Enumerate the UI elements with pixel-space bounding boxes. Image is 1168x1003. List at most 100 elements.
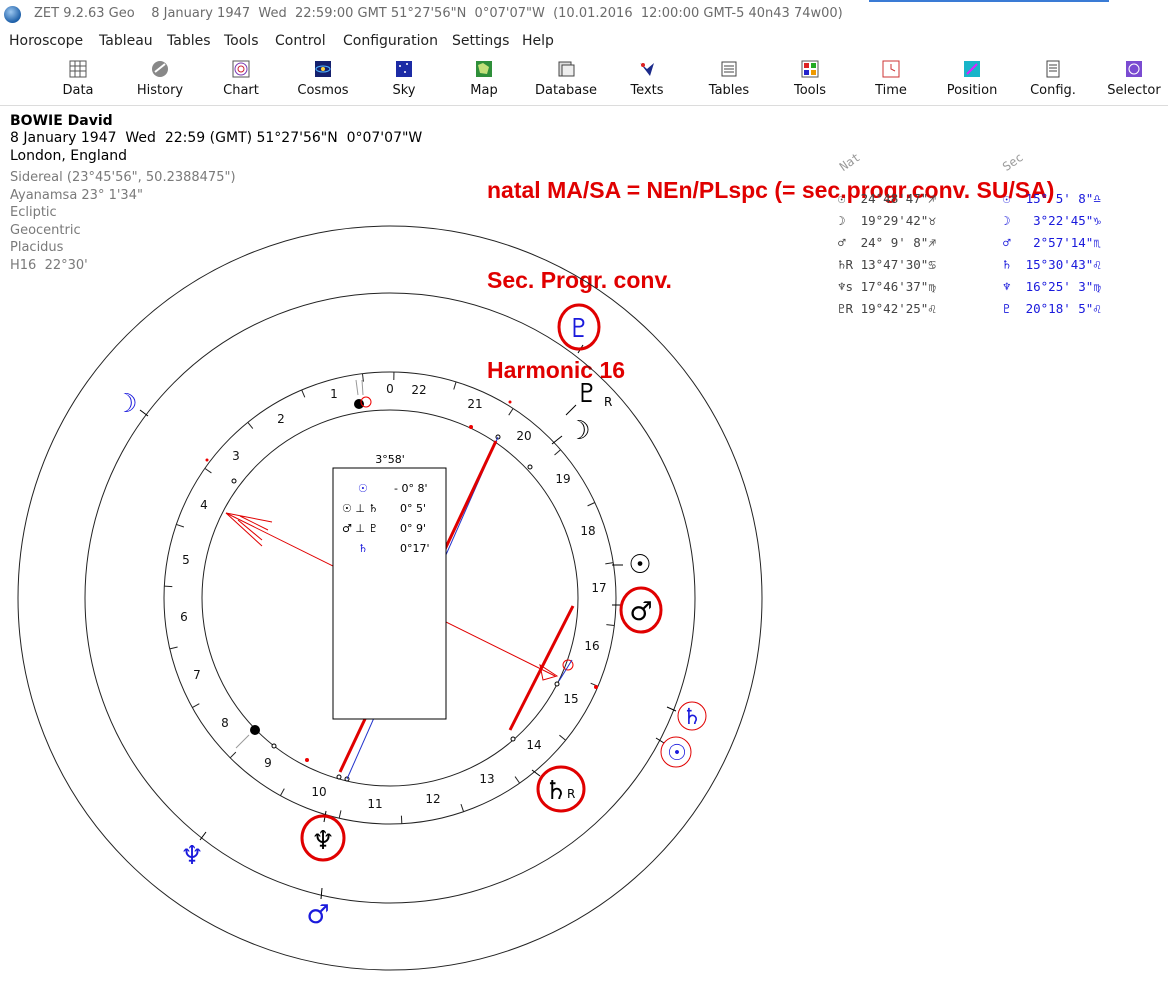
menu-settings[interactable]: Settings [452, 33, 509, 49]
marker-dot [271, 743, 277, 749]
degree-tick [301, 389, 306, 398]
marker-black-dot-2 [250, 725, 260, 735]
degree-tick [453, 381, 457, 390]
toolbar-config-button[interactable]: Config. [1018, 55, 1088, 103]
ring-number-4: 4 [200, 498, 208, 512]
cosmos-icon [315, 61, 331, 77]
degree-tick [361, 373, 364, 382]
marker-dot [231, 478, 237, 484]
marker-dot [527, 464, 533, 470]
aspect-line-blue-short [558, 659, 573, 682]
degree-tick [460, 803, 465, 812]
box-row-2-value: 0° 5' [400, 502, 426, 515]
sec-mars-glyph: ♂ [306, 900, 329, 930]
moon-tick [551, 435, 563, 445]
title-bar: ZET 9.2.63 Geo 8 January 1947 Wed 22:59:… [0, 0, 1168, 30]
menu-tables[interactable]: Tables [167, 33, 211, 49]
toolbar-cosmos-button[interactable]: Cosmos [288, 55, 358, 103]
menu-help[interactable]: Help [522, 33, 554, 49]
toolbar-time-button[interactable]: Time [856, 55, 926, 103]
map-icon [476, 61, 492, 77]
degree-tick [176, 523, 185, 528]
box-row-2-symbol: ☉ ⊥ ♄ [342, 502, 378, 515]
toolbar-database-button[interactable]: Database [531, 55, 601, 103]
menu-tools[interactable]: Tools [224, 33, 259, 49]
ring-number-22: 22 [411, 383, 426, 397]
degree-tick [279, 788, 285, 796]
tools-icon [801, 60, 819, 78]
degree-tick [169, 646, 178, 650]
ring-number-3: 3 [232, 449, 240, 463]
ring-number-21: 21 [467, 397, 482, 411]
position-icon [964, 61, 980, 77]
ring-number-14: 14 [526, 738, 541, 752]
time-icon [882, 60, 900, 78]
tables-icon [721, 61, 737, 77]
degree-tick [554, 449, 561, 456]
harmonic-chart-wheel[interactable]: 0 1 2 3 4 5 6 7 8 9 10 11 12 13 14 15 16… [0, 105, 1168, 1003]
natal-mars-glyph: ♂ [629, 597, 652, 627]
ring-number-2: 2 [277, 412, 285, 426]
database-icon [558, 61, 575, 77]
ring-number-9: 9 [264, 756, 272, 770]
natal-pluto-retro: R [604, 395, 612, 409]
menu-tableau[interactable]: Tableau [99, 33, 153, 49]
menu-control[interactable]: Control [275, 33, 326, 49]
app-icon [4, 6, 21, 23]
data-grid-icon [69, 60, 87, 78]
toolbar-position-button[interactable]: Position [937, 55, 1007, 103]
degree-tick [605, 562, 614, 565]
sky-icon [396, 61, 412, 77]
box-row-1-value: - 0° 8' [394, 482, 427, 495]
degree-tick [606, 624, 615, 627]
red-marker [205, 458, 209, 462]
selector-icon [1126, 61, 1142, 77]
toolbar-sky-button[interactable]: Sky [369, 55, 439, 103]
degree-tick [204, 467, 212, 474]
marker-black-dot-1 [354, 399, 364, 409]
title-accent-line [869, 0, 1109, 2]
degree-tick [338, 810, 342, 819]
menu-bar: Horoscope Tableau Tables Tools Control C… [0, 30, 1168, 52]
box-row-3-symbol: ♂ ⊥ ♇ [342, 522, 378, 535]
marker-dot [554, 681, 560, 687]
toolbar-history-button[interactable]: History [125, 55, 195, 103]
toolbar-selector-button[interactable]: Selector [1099, 55, 1168, 103]
toolbar-texts-button[interactable]: Texts [612, 55, 682, 103]
texts-icon [640, 63, 654, 76]
sec-moon-glyph: ☽ [114, 389, 137, 419]
toolbar-tools-button[interactable]: Tools [775, 55, 845, 103]
ring-number-20: 20 [516, 429, 531, 443]
menu-configuration[interactable]: Configuration [343, 33, 438, 49]
red-marker [469, 425, 473, 429]
toolbar-tables-button[interactable]: Tables [694, 55, 764, 103]
toolbar-data-button[interactable]: Data [43, 55, 113, 103]
ring-number-15: 15 [563, 692, 578, 706]
sec-mars-tick [320, 887, 323, 900]
box-orb-title: 3°58' [375, 453, 405, 466]
sec-moon-tick [139, 409, 149, 417]
natal-saturn-retro: R [567, 787, 575, 801]
ring-number-19: 19 [555, 472, 570, 486]
natal-neptune-glyph: ♆ [311, 826, 334, 856]
history-globe-icon [152, 61, 168, 77]
sec-pluto-glyph: ♇ [567, 314, 590, 344]
ring-number-0: 0 [386, 382, 394, 396]
window-title: ZET 9.2.63 Geo 8 January 1947 Wed 22:59:… [34, 6, 843, 21]
degree-tick [192, 703, 200, 709]
ring-number-6: 6 [180, 610, 188, 624]
natal-sun-glyph: ☉ [628, 550, 651, 580]
ring-number-11: 11 [367, 797, 382, 811]
ring-number-8: 8 [221, 716, 229, 730]
ring-number-13: 13 [479, 772, 494, 786]
degree-tick [229, 751, 237, 759]
degree-tick [514, 776, 521, 784]
box-row-1-symbol: ☉ [358, 482, 368, 495]
marker-dot [510, 736, 516, 742]
axis-arrow-head-left [225, 512, 273, 547]
toolbar-chart-button[interactable]: Chart [206, 55, 276, 103]
red-marker [305, 758, 309, 762]
toolbar-map-button[interactable]: Map [449, 55, 519, 103]
natal-saturn-glyph: ♄ [544, 776, 567, 806]
menu-horoscope[interactable]: Horoscope [9, 33, 83, 49]
